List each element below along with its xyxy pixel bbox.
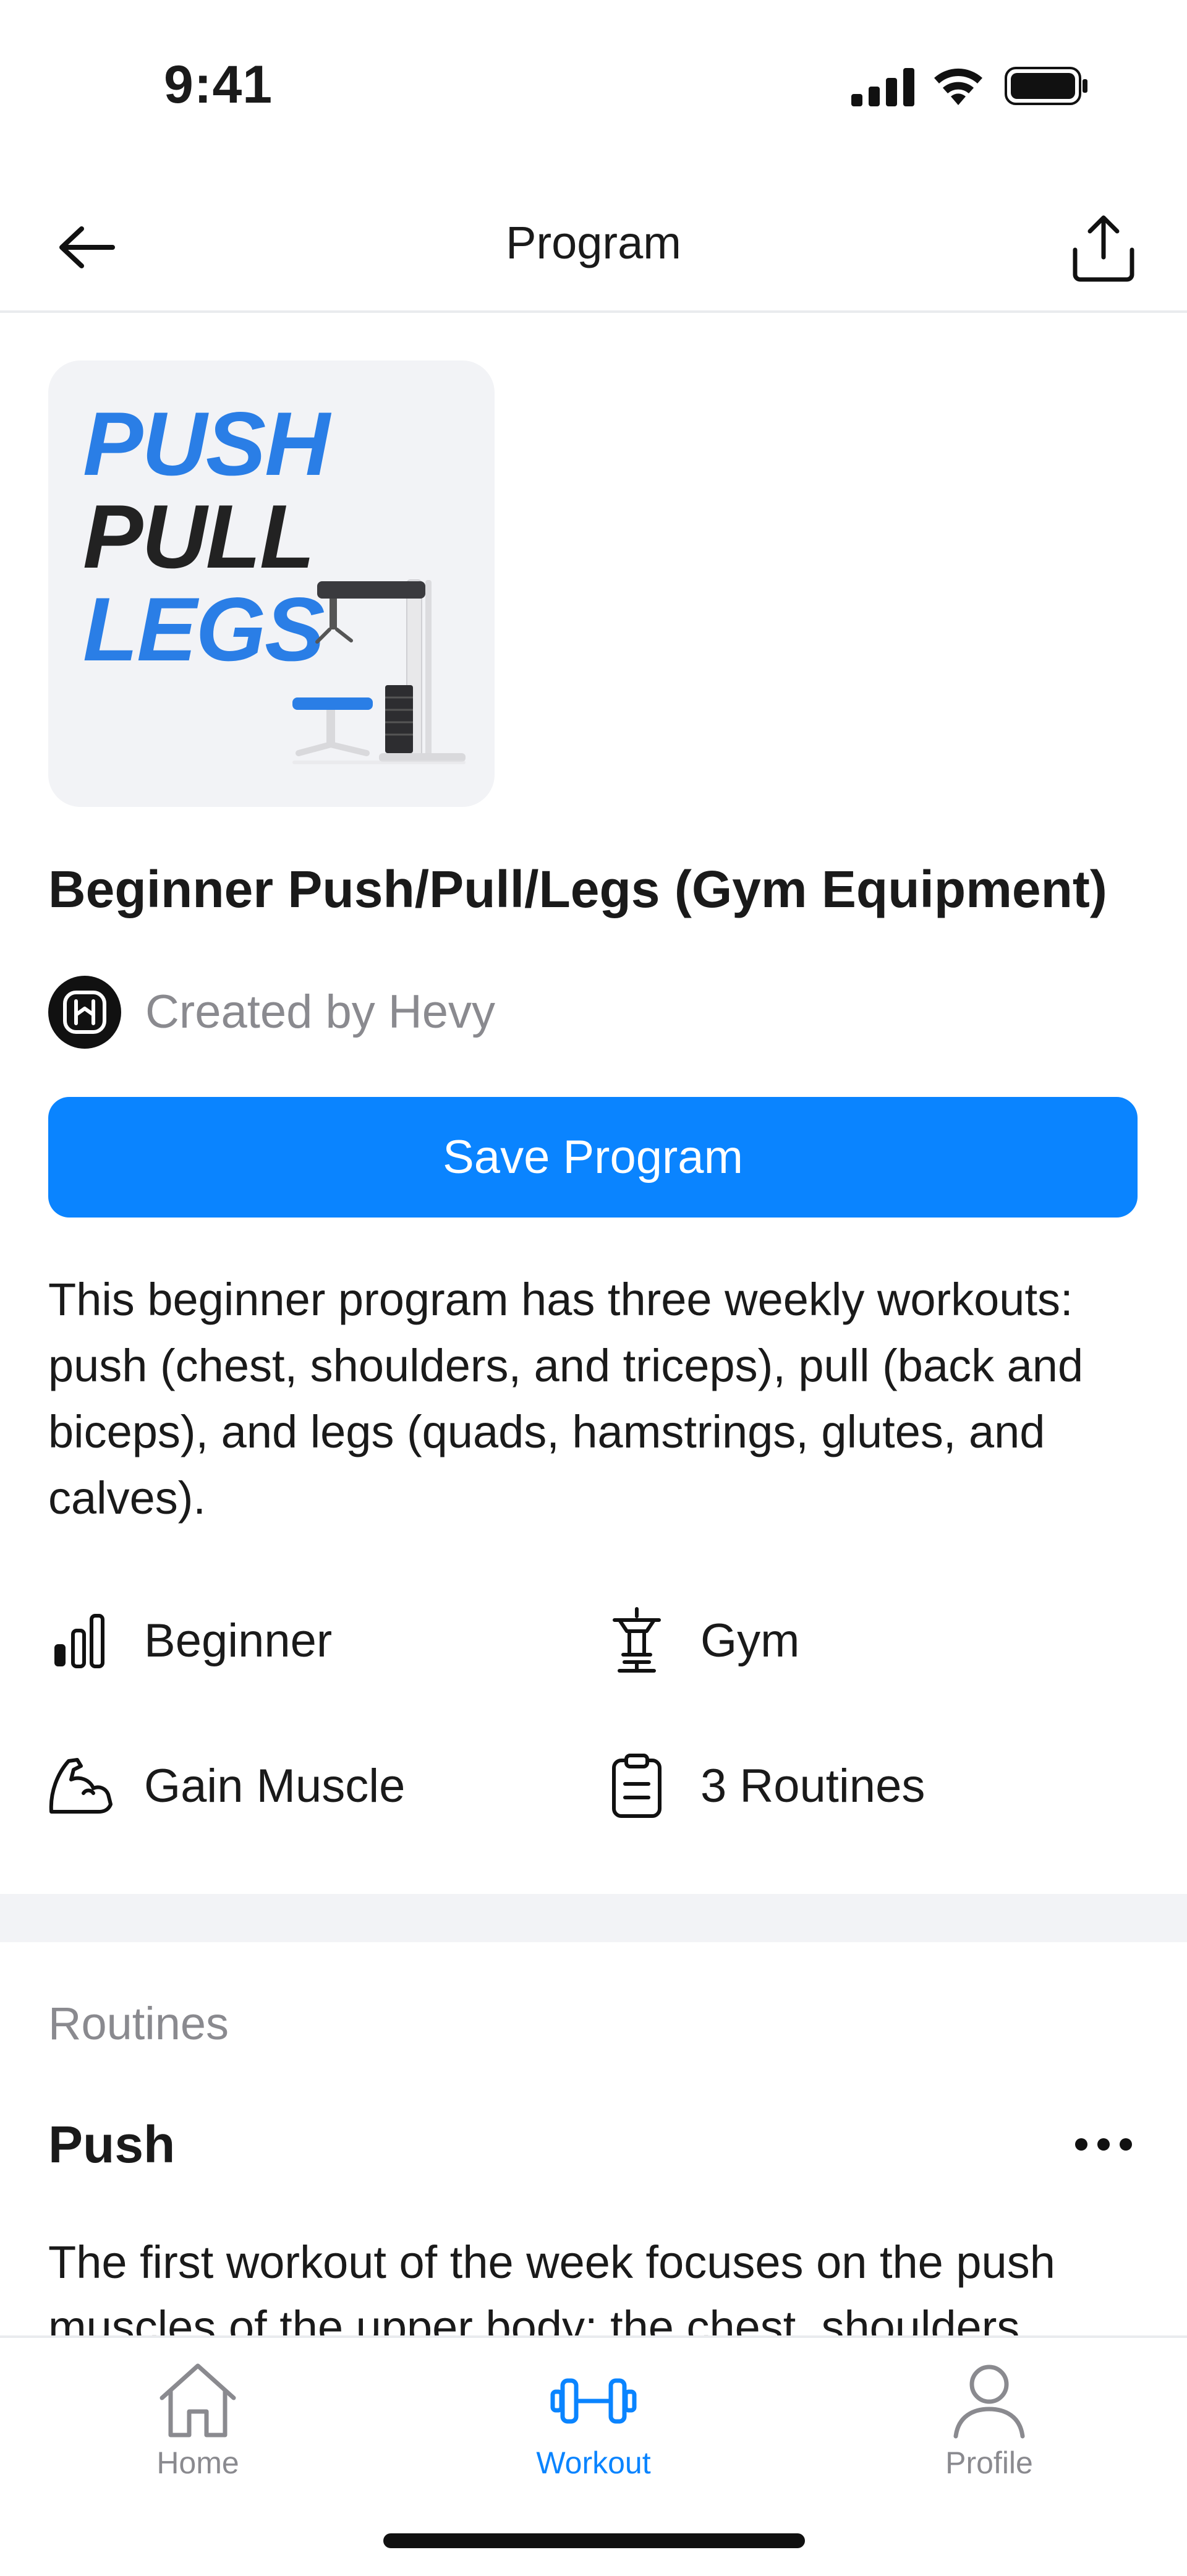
program-title: Beginner Push/Pull/Legs (Gym Equipment): [48, 860, 1107, 918]
section-separator: [0, 1894, 1187, 1942]
save-program-button[interactable]: Save Program: [48, 1097, 1138, 1218]
nav-divider: [0, 310, 1187, 313]
creator-avatar[interactable]: [48, 976, 121, 1049]
cellular-signal-icon: [851, 68, 916, 109]
tab-profile-label: Profile: [945, 2446, 1033, 2480]
home-icon: [160, 2363, 236, 2437]
flexed-bicep-icon: [46, 1752, 114, 1820]
routines-heading: Routines: [48, 1998, 229, 2049]
program-cover-image: PUSH PULL LEGS: [48, 360, 495, 807]
meta-goal-label: Gain Muscle: [144, 1759, 406, 1812]
tab-home-label: Home: [156, 2446, 239, 2480]
clipboard-icon: [603, 1752, 671, 1820]
meta-level: Beginner: [46, 1606, 332, 1674]
share-button[interactable]: [1063, 207, 1144, 288]
meta-goal: Gain Muscle: [46, 1752, 405, 1820]
routine-title[interactable]: Push: [48, 2115, 175, 2175]
meta-routines-label: 3 Routines: [700, 1759, 925, 1812]
dumbbell-icon: [550, 2378, 637, 2424]
cover-text-line: PULL: [83, 486, 315, 587]
more-horizontal-icon: [1075, 2138, 1132, 2151]
tab-profile[interactable]: Profile: [890, 2360, 1088, 2481]
level-bars-icon: [46, 1606, 114, 1674]
meta-level-label: Beginner: [144, 1614, 333, 1667]
tab-home[interactable]: Home: [99, 2360, 297, 2481]
meta-equipment-label: Gym: [700, 1614, 800, 1667]
page-title: Program: [506, 217, 681, 268]
gym-machine-icon: [603, 1606, 671, 1674]
hevy-logo-icon: [63, 991, 106, 1034]
meta-routines: 3 Routines: [603, 1752, 925, 1820]
gym-machine-illustration: [292, 579, 466, 764]
home-indicator[interactable]: [383, 2533, 805, 2548]
meta-equipment: Gym: [603, 1606, 799, 1674]
person-icon: [953, 2365, 1025, 2439]
status-time: 9:41: [164, 55, 273, 114]
share-icon: [1073, 215, 1134, 282]
wifi-icon: [930, 64, 986, 109]
battery-icon: [1005, 67, 1089, 108]
routine-description: The first workout of the week focuses on…: [48, 2237, 1055, 2336]
routine-more-button[interactable]: [1073, 2113, 1134, 2175]
tab-workout[interactable]: Workout: [495, 2360, 692, 2481]
tab-workout-label: Workout: [536, 2446, 651, 2480]
program-description: This beginner program has three weekly w…: [48, 1274, 1084, 1524]
cover-text-line: LEGS: [83, 579, 325, 680]
creator-label[interactable]: Created by Hevy: [145, 985, 495, 1039]
cover-text-line: PUSH: [83, 393, 330, 494]
